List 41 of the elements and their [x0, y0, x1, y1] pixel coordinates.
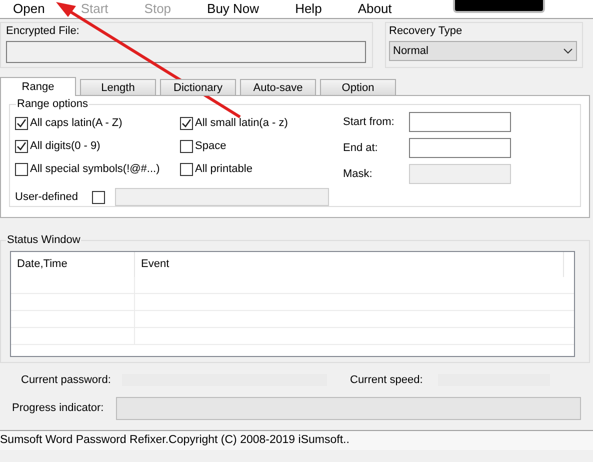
checkbox-label: All digits(0 - 9) [30, 139, 100, 154]
text-field[interactable] [409, 112, 511, 132]
tab[interactable]: Option [320, 79, 396, 96]
checkbox-label: All printable [195, 162, 252, 178]
checkbox[interactable] [15, 163, 28, 176]
field-label: Mask: [343, 166, 374, 182]
checkbox-label: All special symbols(!@#...) [30, 162, 160, 178]
field-label: End at: [343, 140, 379, 156]
checkbox[interactable] [15, 117, 28, 130]
text-field[interactable] [409, 138, 511, 158]
column-header: Event [135, 252, 564, 277]
tab[interactable]: Range [0, 77, 76, 96]
menu-item[interactable]: Open [13, 0, 45, 17]
menu-item[interactable]: Buy Now [207, 0, 260, 17]
checkbox-label: User-defined [15, 190, 78, 205]
field-label: Current speed: [350, 372, 424, 388]
tab[interactable]: Dictionary [160, 79, 236, 96]
status-bar-text: Sumsoft Word Password Refixer.Copyright (C) 2008-2019 iSumsoft.. [0, 432, 350, 448]
menu-item[interactable]: About [358, 0, 392, 17]
field-label: Current password: [21, 372, 112, 388]
checkbox-label: Space [195, 139, 226, 154]
checkbox[interactable] [15, 140, 28, 153]
recovery-type-dropdown[interactable]: Normal [389, 41, 577, 61]
group-label: Encrypted File: [6, 25, 80, 38]
checkbox[interactable] [92, 190, 105, 204]
field-label: Progress indicator: [12, 401, 105, 416]
checkbox[interactable] [180, 117, 193, 130]
file-path-field[interactable] [6, 41, 366, 63]
user-defined-field[interactable] [114, 188, 329, 206]
chevron-down-icon [563, 48, 573, 54]
group-label: Recovery Type [389, 25, 464, 38]
group-label: Range options [16, 98, 89, 111]
tab[interactable]: Auto-save [240, 79, 316, 96]
checkbox[interactable] [180, 163, 193, 176]
tab[interactable]: Length [80, 79, 156, 96]
checkbox-label: All caps latin(A - Z) [30, 116, 122, 132]
checkbox-label: All small latin(a - z) [195, 116, 288, 132]
checkbox[interactable] [180, 140, 193, 153]
field-label: Start from: [343, 114, 396, 130]
column-header: Date,Time [11, 252, 135, 277]
menu-item[interactable]: Help [295, 0, 322, 17]
